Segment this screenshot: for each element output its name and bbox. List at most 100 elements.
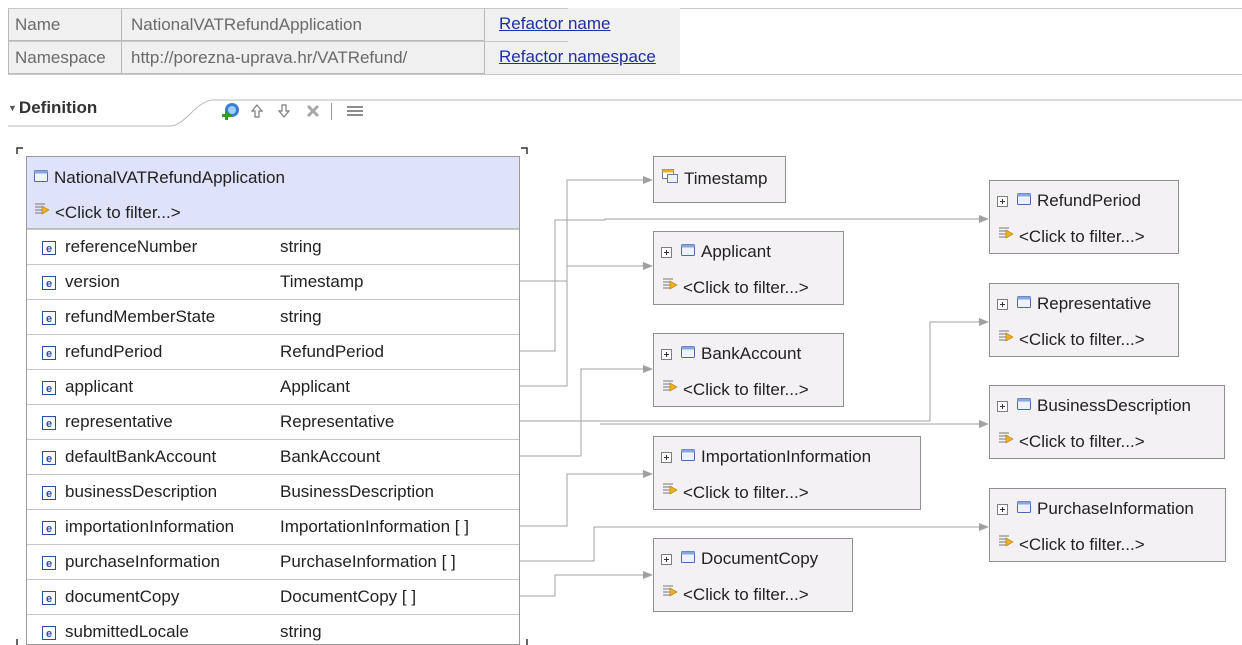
add-element-button[interactable] (221, 101, 241, 121)
type-box-representative-header[interactable]: Representative (997, 294, 1151, 314)
refactor-name-link[interactable]: Refactor name (485, 8, 680, 41)
element-icon: e (42, 415, 56, 435)
type-box-bankaccount-filter[interactable]: <Click to filter...> (661, 378, 809, 401)
complex-type-icon (1016, 294, 1032, 314)
type-box-refundperiod-header[interactable]: RefundPeriod (997, 191, 1141, 211)
field-type[interactable]: ImportationInformation [ ] (280, 517, 469, 537)
type-box-businessdescription-header[interactable]: BusinessDescription (997, 396, 1191, 416)
field-name[interactable]: defaultBankAccount (65, 447, 216, 467)
field-type[interactable]: BusinessDescription (280, 482, 434, 502)
field-row-representative[interactable]: e representative Representative (27, 404, 519, 439)
field-row-defaultBankAccount[interactable]: e defaultBankAccount BankAccount (27, 439, 519, 474)
type-box-refundperiod-filter[interactable]: <Click to filter...> (997, 225, 1145, 248)
element-icon: e (42, 555, 56, 575)
delete-button[interactable] (303, 101, 323, 121)
complex-type-icon (680, 344, 696, 364)
type-box-bankaccount[interactable]: BankAccount <Click to filter...> (653, 333, 844, 407)
expand-icon[interactable] (661, 348, 672, 360)
expand-icon[interactable] (661, 246, 672, 258)
type-box-businessdescription[interactable]: BusinessDescription <Click to filter...> (989, 385, 1225, 459)
svg-text:e: e (46, 418, 52, 430)
field-type[interactable]: Representative (280, 412, 394, 432)
type-box-businessdescription-filter[interactable]: <Click to filter...> (997, 430, 1145, 453)
field-type[interactable]: string (280, 622, 322, 642)
main-type-title[interactable]: NationalVATRefundApplication (33, 168, 285, 188)
expand-icon[interactable] (997, 195, 1008, 207)
field-name[interactable]: businessDescription (65, 482, 217, 502)
field-row-businessDescription[interactable]: e businessDescription BusinessDescription (27, 474, 519, 509)
field-name[interactable]: version (65, 272, 120, 292)
refactor-namespace-link[interactable]: Refactor namespace (485, 41, 680, 74)
type-box-importation-filter-text: <Click to filter...> (683, 482, 809, 502)
filter-icon (997, 225, 1015, 248)
field-name[interactable]: referenceNumber (65, 237, 197, 257)
filter-icon (661, 481, 679, 504)
field-row-applicant[interactable]: e applicant Applicant (27, 369, 519, 404)
type-box-documentcopy-header[interactable]: DocumentCopy (661, 549, 818, 569)
expand-icon[interactable] (997, 503, 1008, 515)
field-type[interactable]: Timestamp (280, 272, 363, 292)
expand-icon[interactable] (997, 298, 1008, 310)
svg-text:e: e (46, 313, 52, 325)
field-row-importationInformation[interactable]: e importationInformation ImportationInform… (27, 509, 519, 544)
type-box-applicant[interactable]: Applicant <Click to filter...> (653, 231, 844, 305)
field-type[interactable]: PurchaseInformation [ ] (280, 552, 456, 572)
expand-icon[interactable] (661, 553, 672, 565)
type-box-importation-filter[interactable]: <Click to filter...> (661, 481, 809, 504)
field-name[interactable]: importationInformation (65, 517, 234, 537)
type-box-refundperiod[interactable]: RefundPeriod <Click to filter...> (989, 180, 1179, 254)
field-row-refundPeriod[interactable]: e refundPeriod RefundPeriod (27, 334, 519, 369)
complex-type-icon (680, 242, 696, 262)
element-icon: e (42, 625, 56, 645)
type-box-purchaseinformation-header[interactable]: PurchaseInformation (997, 499, 1194, 519)
namespace-value[interactable]: http://porezna-uprava.hr/VATRefund/ (122, 41, 485, 74)
field-row-submittedLocale[interactable]: e submittedLocale string (27, 614, 519, 645)
field-type[interactable]: string (280, 307, 322, 327)
field-name[interactable]: refundPeriod (65, 342, 162, 362)
svg-text:e: e (46, 348, 52, 360)
arrow-documentcopy (643, 571, 653, 579)
field-row-refundMemberState[interactable]: e refundMemberState string (27, 299, 519, 334)
type-box-documentcopy-filter[interactable]: <Click to filter...> (661, 583, 809, 606)
field-type[interactable]: RefundPeriod (280, 342, 384, 362)
field-type[interactable]: DocumentCopy [ ] (280, 587, 416, 607)
type-box-purchaseinformation-filter[interactable]: <Click to filter...> (997, 533, 1145, 556)
type-box-documentcopy[interactable]: DocumentCopy <Click to filter...> (653, 538, 853, 612)
field-row-documentCopy[interactable]: e documentCopy DocumentCopy [ ] (27, 579, 519, 614)
field-row-referenceNumber[interactable]: e referenceNumber string (27, 229, 519, 264)
type-box-bankaccount-header[interactable]: BankAccount (661, 344, 801, 364)
name-value[interactable]: NationalVATRefundApplication (122, 8, 485, 41)
field-name[interactable]: purchaseInformation (65, 552, 220, 572)
definition-section-toggle[interactable]: ▼ Definition (8, 98, 97, 118)
type-box-applicant-header[interactable]: Applicant (661, 242, 771, 262)
element-icon: e (42, 590, 56, 610)
connector-applicant (520, 265, 643, 387)
complex-type-icon (33, 168, 49, 188)
field-type[interactable]: BankAccount (280, 447, 380, 467)
field-type[interactable]: string (280, 237, 322, 257)
type-box-applicant-filter[interactable]: <Click to filter...> (661, 276, 809, 299)
field-row-purchaseInformation[interactable]: e purchaseInformation PurchaseInformation … (27, 544, 519, 579)
type-box-representative[interactable]: Representative <Click to filter...> (989, 283, 1179, 357)
field-name[interactable]: submittedLocale (65, 622, 189, 642)
field-row-version[interactable]: e version Timestamp (27, 264, 519, 299)
filter-icon (661, 276, 679, 299)
type-box-importation[interactable]: ImportationInformation <Click to filter..… (653, 436, 921, 510)
show-properties-button[interactable] (345, 101, 365, 121)
expand-icon[interactable] (997, 400, 1008, 412)
filter-icon (33, 201, 51, 224)
field-name[interactable]: representative (65, 412, 173, 432)
type-box-purchaseinformation[interactable]: PurchaseInformation <Click to filter...> (989, 488, 1226, 562)
field-name[interactable]: refundMemberState (65, 307, 215, 327)
expand-icon[interactable] (661, 451, 672, 463)
field-type[interactable]: Applicant (280, 377, 350, 397)
type-box-timestamp[interactable]: Timestamp (653, 156, 786, 203)
main-type-box[interactable]: NationalVATRefundApplication <Click to f… (26, 156, 520, 645)
type-box-representative-filter[interactable]: <Click to filter...> (997, 328, 1145, 351)
move-down-button[interactable] (274, 101, 294, 121)
field-name[interactable]: documentCopy (65, 587, 179, 607)
type-box-importation-header[interactable]: ImportationInformation (661, 447, 871, 467)
main-type-filter[interactable]: <Click to filter...> (33, 201, 181, 224)
field-name[interactable]: applicant (65, 377, 133, 397)
move-up-button[interactable] (247, 101, 267, 121)
